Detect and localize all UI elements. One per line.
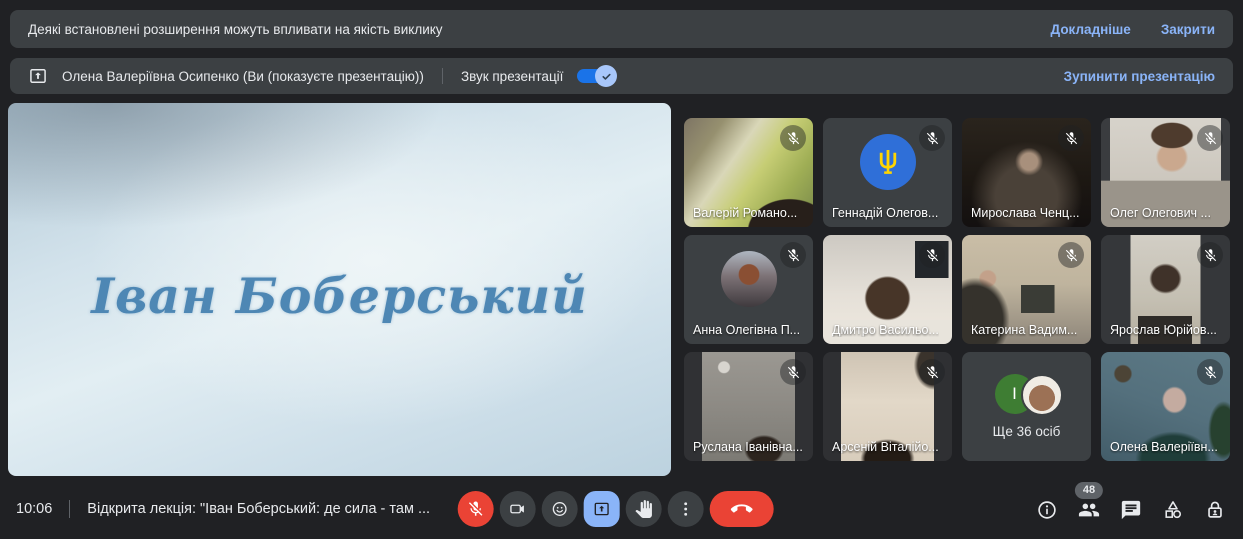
participant-tile[interactable]: Катерина Вадим... [962, 235, 1091, 344]
presenter-name: Олена Валеріївна Осипенко (Ви (показуєте… [62, 68, 424, 84]
participant-tile[interactable]: Мирослава Ченц... [962, 118, 1091, 227]
overflow-avatars: І [994, 374, 1063, 416]
present-icon [28, 66, 48, 86]
mic-muted-icon [919, 242, 945, 268]
participant-grid: Валерій Романо... Геннадій Олегов... Мир… [684, 118, 1230, 461]
trident-avatar [859, 133, 916, 190]
participant-tile[interactable]: Руслана Іванівна... [684, 352, 813, 461]
photo-avatar [1020, 374, 1063, 416]
extensions-warning-banner: Деякі встановлені розширення можуть впли… [10, 10, 1233, 48]
mic-muted-icon [780, 242, 806, 268]
presentation-sound-label: Звук презентації [460, 68, 564, 84]
meeting-details-button[interactable] [1035, 498, 1059, 522]
mic-muted-icon [1058, 125, 1084, 151]
camera-button[interactable] [499, 491, 536, 527]
activities-button[interactable] [1161, 498, 1185, 522]
participant-name: Катерина Вадим... [971, 323, 1078, 337]
participant-tile[interactable]: Ярослав Юрійов... [1101, 235, 1230, 344]
participant-name: Руслана Іванівна... [693, 440, 803, 454]
participant-tile-self[interactable]: Олена Валеріївн... [1101, 352, 1230, 461]
chat-panel-button[interactable] [1119, 498, 1143, 522]
leave-call-button[interactable] [709, 491, 774, 527]
host-controls-button[interactable] [1203, 498, 1227, 522]
participant-name: Валерій Романо... [693, 206, 798, 220]
participant-name: Олег Олегович ... [1110, 206, 1211, 220]
mic-muted-icon [1197, 359, 1223, 385]
stop-presentation-button[interactable]: Зупинити презентацію [1064, 69, 1215, 84]
shared-presentation-stage[interactable]: Іван Боберський [8, 103, 671, 476]
clock-time: 10:06 [16, 501, 53, 517]
participant-count-badge: 48 [1074, 482, 1104, 500]
photo-avatar [720, 250, 777, 307]
panel-controls: 48 [1035, 482, 1227, 522]
participant-name: Геннадій Олегов... [832, 206, 939, 220]
mic-muted-icon [919, 359, 945, 385]
mic-muted-icon [1197, 242, 1223, 268]
people-icon [1078, 499, 1100, 521]
participant-name: Арсеній Віталійо... [832, 440, 939, 454]
banner-details-link[interactable]: Докладніше [1051, 22, 1131, 37]
participant-name: Ярослав Юрійов... [1110, 323, 1217, 337]
shapes-icon [1162, 499, 1184, 521]
participant-tile[interactable]: Валерій Романо... [684, 118, 813, 227]
participant-tile[interactable]: Геннадій Олегов... [823, 118, 952, 227]
participant-name: Мирослава Ченц... [971, 206, 1080, 220]
mic-muted-icon [1058, 242, 1084, 268]
reactions-button[interactable] [541, 491, 578, 527]
participant-name: Анна Олегівна П... [693, 323, 801, 337]
people-panel-button[interactable]: 48 [1074, 482, 1104, 522]
overflow-count-label: Ще 36 осіб [992, 424, 1061, 439]
participant-name: Олена Валеріївн... [1110, 440, 1218, 454]
info-icon [1036, 499, 1058, 521]
divider [441, 68, 443, 84]
banner-message: Деякі встановлені розширення можуть впли… [28, 21, 443, 37]
slide-title-text: Іван Боберський [91, 266, 588, 325]
microphone-muted-button[interactable] [457, 491, 494, 527]
call-controls [457, 491, 774, 527]
chat-icon [1120, 499, 1142, 521]
raise-hand-button[interactable] [625, 491, 662, 527]
meeting-info-group: 10:06 Відкрита лекція: "Іван Боберський:… [16, 500, 430, 518]
participant-tile[interactable]: Анна Олегівна П... [684, 235, 813, 344]
participant-tile[interactable]: Дмитро Васильо... [823, 235, 952, 344]
participant-tile[interactable]: Олег Олегович ... [1101, 118, 1230, 227]
participant-tile[interactable]: Арсеній Віталійо... [823, 352, 952, 461]
presentation-bar: Олена Валеріївна Осипенко (Ви (показуєте… [10, 58, 1233, 94]
toggle-thumb-check-icon [595, 65, 618, 87]
more-options-button[interactable] [667, 491, 704, 527]
banner-close-link[interactable]: Закрити [1161, 22, 1215, 37]
mic-muted-icon [780, 125, 806, 151]
participant-name: Дмитро Васильо... [832, 323, 939, 337]
presentation-sound-toggle[interactable] [577, 64, 618, 88]
present-screen-button-active[interactable] [583, 491, 620, 527]
mic-muted-icon [1197, 125, 1223, 151]
meeting-title: Відкрита лекція: "Іван Боберський: де си… [87, 501, 431, 517]
divider [69, 500, 71, 518]
mic-muted-icon [919, 125, 945, 151]
lock-person-icon [1204, 499, 1226, 521]
overflow-participants-tile[interactable]: І Ще 36 осіб [962, 352, 1091, 461]
mic-muted-icon [780, 359, 806, 385]
